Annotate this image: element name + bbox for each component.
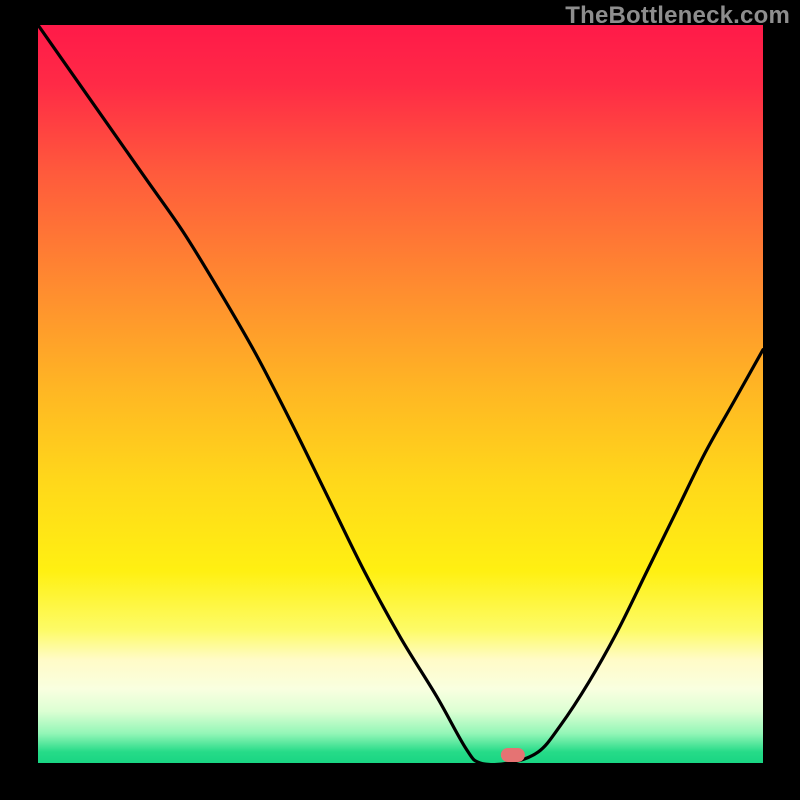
watermark-text: TheBottleneck.com	[565, 2, 790, 30]
gradient-background	[38, 25, 763, 763]
bottleneck-chart	[0, 0, 800, 800]
chart-frame: TheBottleneck.com	[0, 0, 800, 800]
optimal-marker	[501, 748, 525, 762]
